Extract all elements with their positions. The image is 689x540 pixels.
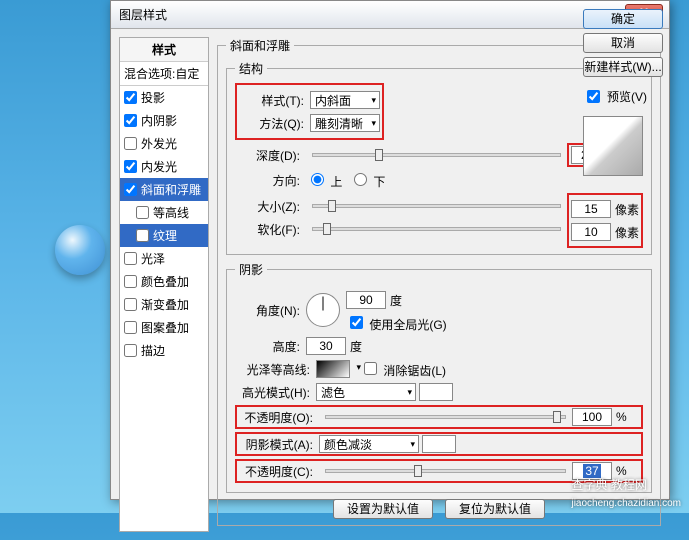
right-buttons: 确定 取消 新建样式(W)... 预览(V) — [583, 9, 663, 176]
set-default-button[interactable]: 设置为默认值 — [333, 499, 433, 519]
size-label: 大小(Z): — [235, 198, 300, 215]
depth-slider[interactable] — [312, 153, 561, 157]
water-drop-preview — [55, 225, 105, 275]
highlight-mode-label: 高光模式(H): — [235, 384, 310, 401]
sidebar-item-satin[interactable]: 光泽 — [120, 247, 208, 270]
cb-pattern[interactable] — [124, 321, 137, 334]
dir-up[interactable]: 上 — [306, 170, 342, 190]
sidebar-item-patternoverlay[interactable]: 图案叠加 — [120, 316, 208, 339]
ok-button[interactable]: 确定 — [583, 9, 663, 29]
cb-contour[interactable] — [136, 206, 149, 219]
highlight-opacity-value[interactable]: 100 — [572, 408, 612, 426]
depth-label: 深度(D): — [235, 147, 300, 164]
shadow-mode-label: 阴影模式(A): — [238, 436, 313, 453]
sidebar-item-bevel[interactable]: 斜面和浮雕 — [120, 178, 208, 201]
dialog-title: 图层样式 — [119, 6, 167, 23]
altitude-value[interactable]: 30 — [306, 337, 346, 355]
cb-outerglow[interactable] — [124, 137, 137, 150]
sidebar-item-stroke[interactable]: 描边 — [120, 339, 208, 362]
shading-fieldset: 阴影 角度(N): 90度 使用全局光(G) 高度:30度 光泽等高线: 消除锯… — [226, 261, 652, 493]
sidebar-item-innershadow[interactable]: 内阴影 — [120, 109, 208, 132]
cb-stroke[interactable] — [124, 344, 137, 357]
cb-grad[interactable] — [124, 298, 137, 311]
soften-slider[interactable] — [312, 227, 561, 231]
highlight-opacity-slider[interactable] — [325, 415, 566, 419]
sidebar-item-contour[interactable]: 等高线 — [120, 201, 208, 224]
shadow-opacity-label: 不透明度(C): — [238, 463, 313, 480]
reset-default-button[interactable]: 复位为默认值 — [445, 499, 545, 519]
highlight-opacity-label: 不透明度(O): — [238, 409, 313, 426]
new-style-button[interactable]: 新建样式(W)... — [583, 57, 663, 77]
styles-sidebar: 样式 混合选项:自定 投影 内阴影 外发光 内发光 斜面和浮雕 等高线 纹理 光… — [119, 37, 209, 532]
soften-label: 软化(F): — [235, 221, 300, 238]
cb-texture[interactable] — [136, 229, 149, 242]
layer-style-dialog: 图层样式 X 样式 混合选项:自定 投影 内阴影 外发光 内发光 斜面和浮雕 等… — [110, 0, 670, 500]
cb-color[interactable] — [124, 275, 137, 288]
cb-satin[interactable] — [124, 252, 137, 265]
bevel-legend: 斜面和浮雕 — [226, 37, 294, 54]
sidebar-item-dropshadow[interactable]: 投影 — [120, 86, 208, 109]
cb-innershadow[interactable] — [124, 114, 137, 127]
size-slider[interactable] — [312, 204, 561, 208]
preview-checkbox[interactable] — [587, 90, 600, 103]
style-label: 样式(T): — [239, 92, 304, 109]
dir-down[interactable]: 下 — [349, 170, 385, 190]
shadow-mode-select[interactable]: 颜色减淡 — [319, 435, 419, 453]
cb-dropshadow[interactable] — [124, 91, 137, 104]
direction-label: 方向: — [235, 172, 300, 189]
shadow-opacity-slider[interactable] — [325, 469, 566, 473]
cb-bevel[interactable] — [124, 183, 137, 196]
structure-legend: 结构 — [235, 60, 267, 77]
size-value[interactable]: 15 — [571, 200, 611, 218]
sidebar-item-texture[interactable]: 纹理 — [120, 224, 208, 247]
gloss-label: 光泽等高线: — [235, 361, 310, 378]
watermark: 查字典 教程网 jiaocheng.chazidian.com — [571, 476, 681, 509]
preview-swatch — [583, 116, 643, 176]
style-select[interactable]: 内斜面 — [310, 91, 380, 109]
gloss-contour[interactable] — [316, 360, 350, 378]
cancel-button[interactable]: 取消 — [583, 33, 663, 53]
shadow-color[interactable] — [422, 435, 456, 453]
angle-value[interactable]: 90 — [346, 291, 386, 309]
highlight-mode-select[interactable]: 滤色 — [316, 383, 416, 401]
angle-dial[interactable] — [306, 293, 340, 327]
antialias[interactable]: 消除锯齿(L) — [360, 359, 446, 379]
method-label: 方法(Q): — [239, 115, 304, 132]
global-light[interactable]: 使用全局光(G) — [346, 318, 447, 332]
sidebar-item-coloroverlay[interactable]: 颜色叠加 — [120, 270, 208, 293]
altitude-label: 高度: — [235, 338, 300, 355]
soften-value[interactable]: 10 — [571, 223, 611, 241]
method-select[interactable]: 雕刻清晰 — [310, 114, 380, 132]
sidebar-item-gradientoverlay[interactable]: 渐变叠加 — [120, 293, 208, 316]
blend-options[interactable]: 混合选项:自定 — [120, 62, 208, 86]
sidebar-header: 样式 — [120, 38, 208, 62]
shading-legend: 阴影 — [235, 261, 267, 278]
preview-label: 预览(V) — [607, 88, 647, 105]
sidebar-item-innerglow[interactable]: 内发光 — [120, 155, 208, 178]
angle-label: 角度(N): — [235, 302, 300, 319]
highlight-color[interactable] — [419, 383, 453, 401]
cb-innerglow[interactable] — [124, 160, 137, 173]
sidebar-item-outerglow[interactable]: 外发光 — [120, 132, 208, 155]
